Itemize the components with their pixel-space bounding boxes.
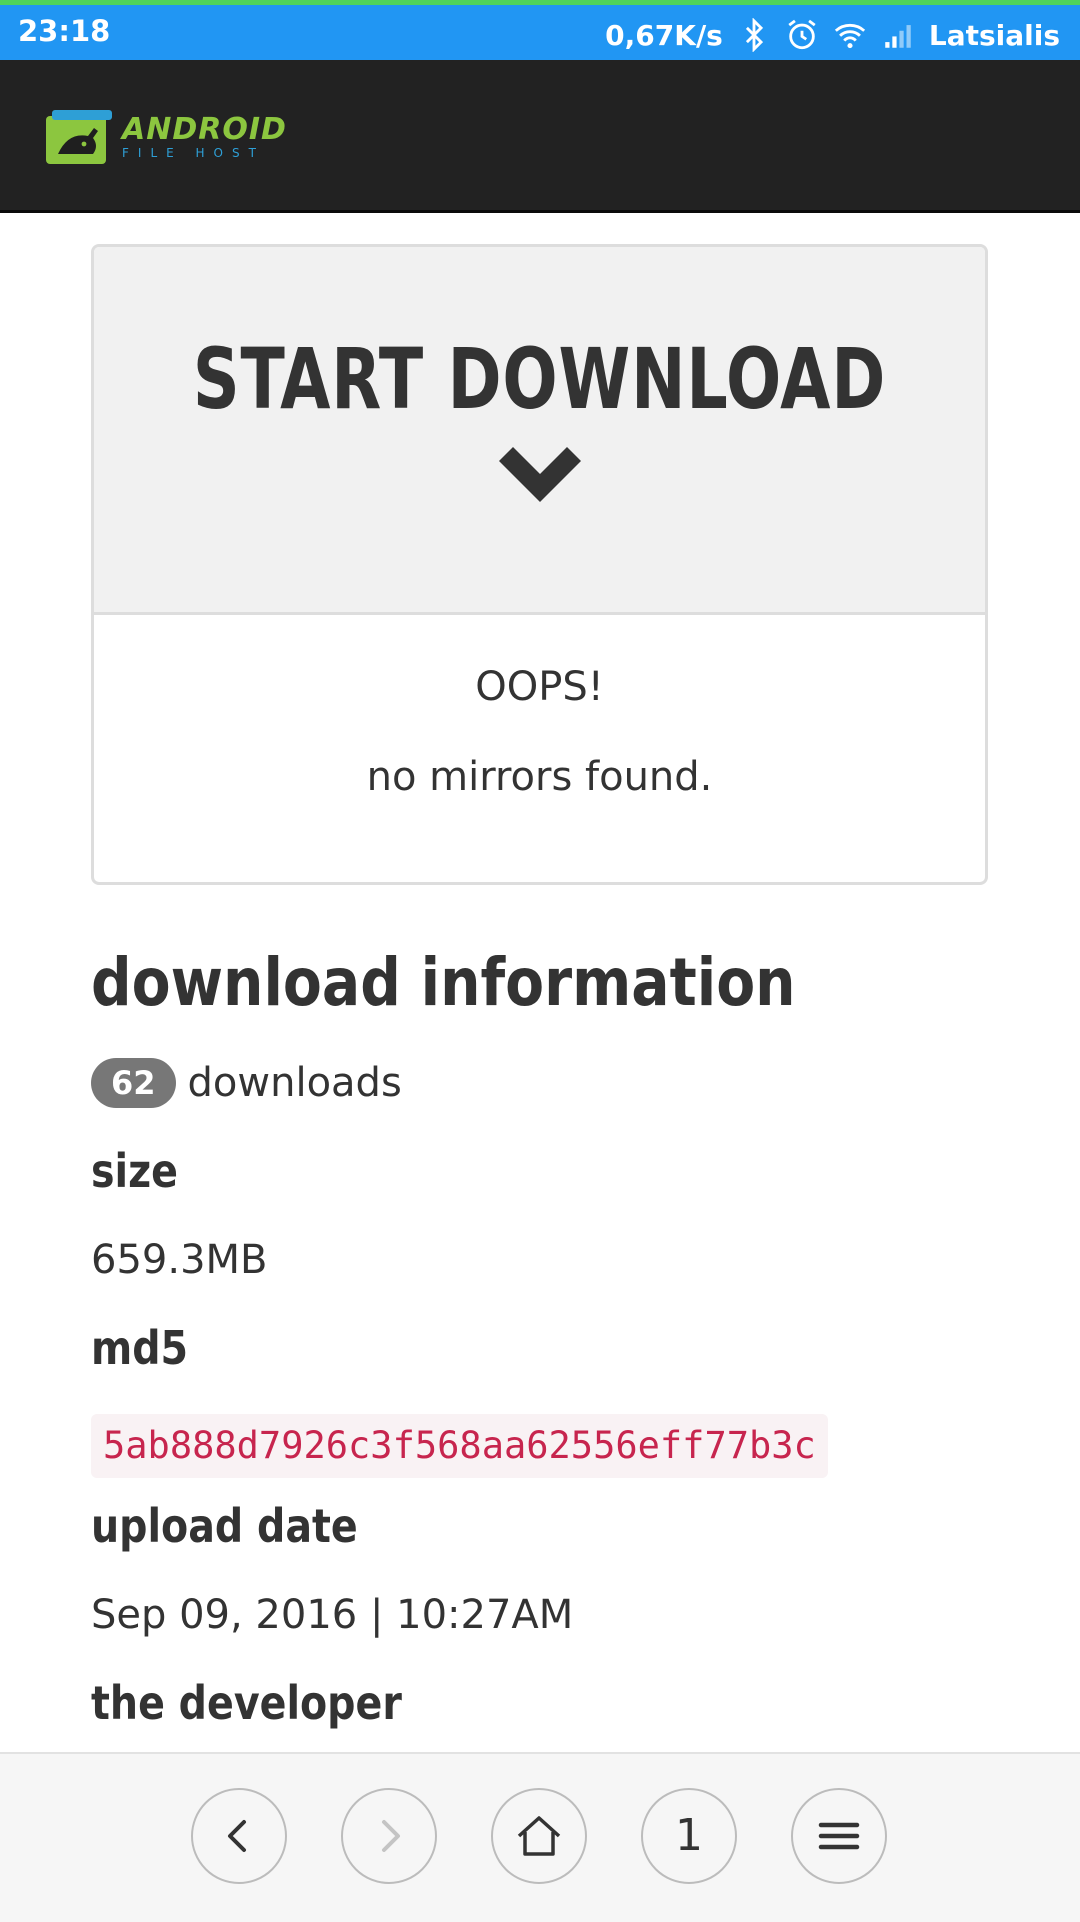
forward-button[interactable] [341, 1788, 437, 1884]
logo-name: ANDROID [122, 112, 287, 147]
home-button[interactable] [491, 1788, 587, 1884]
status-right: 0,67K/s Latsialis [605, 12, 1060, 58]
network-speed: 0,67K/s [605, 18, 723, 52]
md5-label: md5 [91, 1321, 189, 1375]
upload-date-value: Sep 09, 2016 | 10:27AM [91, 1592, 574, 1638]
chevron-down-icon [498, 447, 581, 502]
download-panel: START DOWNLOAD OOPS! no mirrors found. [91, 244, 988, 885]
section-heading: download information [91, 944, 796, 1021]
mirrors-message: OOPS! no mirrors found. [94, 615, 985, 801]
forward-icon [382, 1820, 400, 1852]
logo-subtitle: FILE HOST [122, 146, 265, 160]
upload-date-label: upload date [91, 1499, 358, 1553]
status-bar: 23:18 0,67K/s Latsialis [0, 0, 1080, 60]
downloads-row: 62 downloads [91, 1058, 402, 1109]
bluetooth-icon [737, 18, 771, 52]
menu-icon [818, 1822, 860, 1850]
site-logo[interactable]: ANDROID FILE HOST [44, 106, 287, 168]
tabs-button[interactable]: 1 [641, 1788, 737, 1884]
error-message: no mirrors found. [366, 754, 713, 800]
back-button[interactable] [191, 1788, 287, 1884]
back-icon [228, 1820, 246, 1852]
carrier-name: Latsialis [928, 18, 1060, 52]
error-title: OOPS! [475, 664, 604, 710]
start-download-button[interactable]: START DOWNLOAD [94, 247, 985, 615]
site-header: ANDROID FILE HOST [0, 60, 1080, 213]
size-value: 659.3MB [91, 1237, 268, 1283]
android-logo-icon [44, 106, 114, 168]
downloads-label: downloads [187, 1060, 402, 1107]
alarm-icon [785, 18, 819, 52]
home-icon [517, 1816, 561, 1856]
md5-value: 5ab888d7926c3f568aa62556eff77b3c [91, 1414, 828, 1479]
developer-label: the developer [91, 1676, 402, 1730]
wifi-icon [833, 18, 867, 52]
menu-button[interactable] [791, 1788, 887, 1884]
status-time: 23:18 [18, 14, 111, 48]
tabs-icon: 1 [675, 1810, 703, 1861]
downloads-count-badge: 62 [91, 1058, 176, 1109]
signal-icon [881, 18, 915, 52]
browser-bottom-nav: 1 [0, 1752, 1080, 1922]
size-label: size [91, 1144, 178, 1198]
start-download-label: START DOWNLOAD [192, 330, 887, 428]
